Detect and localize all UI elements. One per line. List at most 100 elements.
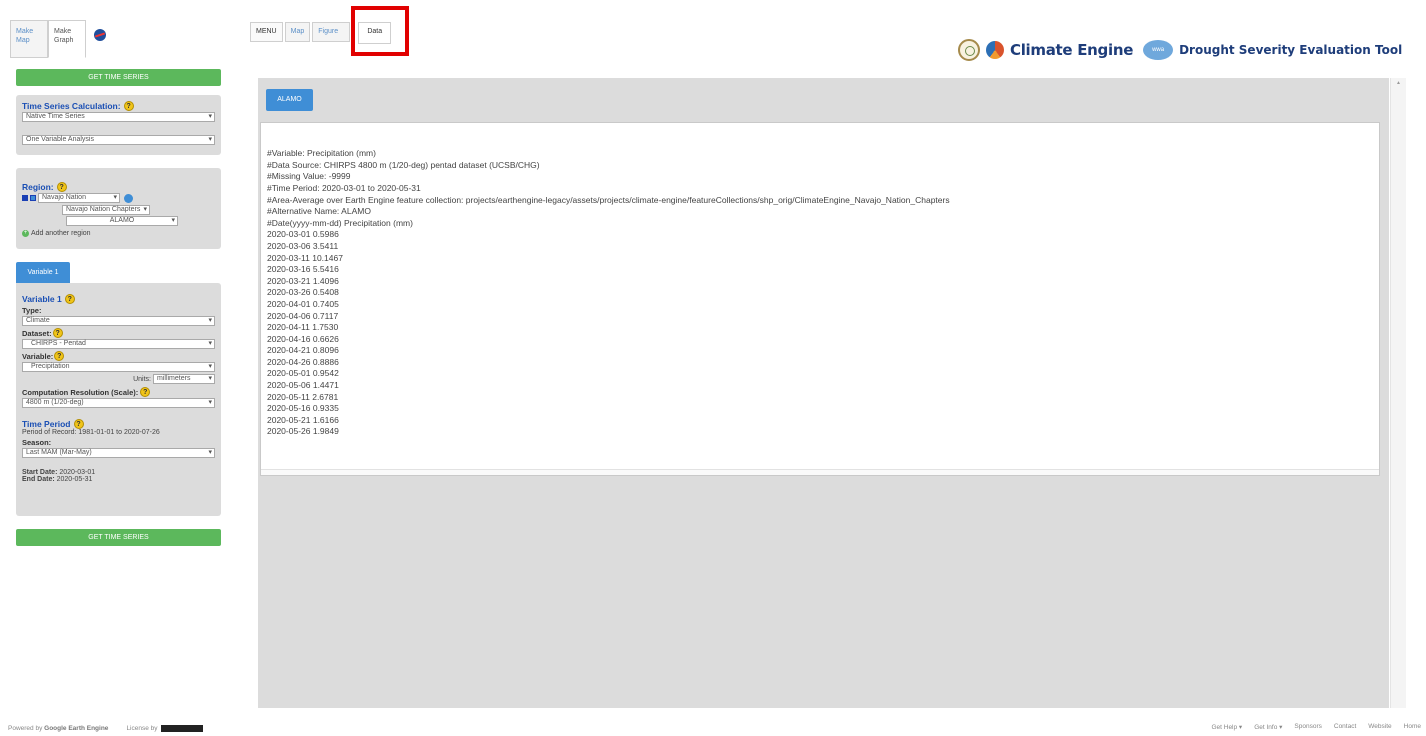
time-series-calculation-panel: Time Series Calculation: ? Native Time S… bbox=[16, 95, 221, 155]
dataset-label-text: Dataset: bbox=[22, 328, 52, 338]
footer-link-get-help[interactable]: Get Help ▾ bbox=[1211, 723, 1242, 731]
horizontal-scrollbar[interactable] bbox=[261, 469, 1379, 475]
resolution-value: 4800 m (1/20-deg) bbox=[26, 399, 84, 406]
powered-by-text: Powered by bbox=[8, 725, 43, 733]
footer-link-home[interactable]: Home bbox=[1404, 723, 1421, 731]
tool-title: Drought Severity Evaluation Tool bbox=[1179, 43, 1403, 57]
chevron-down-icon: ▾ bbox=[171, 217, 175, 224]
chapters-select-value: Navajo Nation Chapters bbox=[66, 206, 141, 213]
chevron-down-icon: ▾ bbox=[208, 317, 212, 324]
type-label: Type: bbox=[22, 306, 42, 315]
data-line: 2020-03-11 10.1467 bbox=[267, 252, 343, 263]
resolution-select[interactable]: 4800 m (1/20-deg) ▾ bbox=[22, 398, 215, 408]
chevron-down-icon: ▾ bbox=[208, 113, 212, 120]
wwa-logo: wwa bbox=[1143, 40, 1174, 60]
brand-header: Climate Engine wwa Drought Severity Eval… bbox=[958, 39, 1402, 61]
units-select[interactable]: millimeters ▾ bbox=[153, 374, 215, 384]
data-line: 2020-04-01 0.7405 bbox=[267, 298, 339, 309]
help-icon[interactable]: ? bbox=[56, 182, 67, 192]
data-line: 2020-05-11 2.6781 bbox=[267, 391, 339, 402]
start-date-row: Start Date: 2020-03-01 bbox=[22, 469, 215, 476]
plus-icon: + bbox=[22, 230, 29, 237]
region-color-swatch[interactable] bbox=[22, 195, 28, 201]
region-row: Navajo Nation ▾ bbox=[22, 192, 215, 204]
data-line: 2020-04-21 0.8096 bbox=[267, 345, 339, 356]
navajo-seal-logo bbox=[958, 39, 980, 61]
footer-link-sponsors[interactable]: Sponsors bbox=[1294, 723, 1321, 731]
variable-label: Variable:? bbox=[22, 351, 215, 361]
variable-panel: Variable 1 ? Type: Climate ▾ Dataset:? CH… bbox=[16, 283, 221, 516]
footer-links: Get Help ▾ Get Info ▾ Sponsors Contact Websi… bbox=[1211, 723, 1421, 731]
feature-alamo-button[interactable]: ALAMO bbox=[266, 89, 313, 111]
chevron-down-icon: ▾ bbox=[208, 375, 212, 382]
season-value: Last MAM (Mar-May) bbox=[26, 449, 92, 456]
data-text-area[interactable]: #Variable: Precipitation (mm) #Data Sourc… bbox=[260, 122, 1380, 476]
climate-engine-logo bbox=[986, 41, 1004, 59]
google-earth-engine-logo[interactable]: Google Earth Engine bbox=[44, 725, 108, 732]
time-period-title: Time Period ? bbox=[22, 419, 215, 429]
menu-button[interactable]: MENU bbox=[250, 22, 283, 42]
data-line: #Missing Value: -9999 bbox=[267, 171, 351, 182]
data-line: #Date(yyyy-mm-dd) Precipitation (mm) bbox=[267, 217, 413, 228]
calc-type-value: Native Time Series bbox=[26, 113, 85, 120]
time-period-title-text: Time Period bbox=[22, 419, 71, 429]
variable-select[interactable]: Precipitation ▾ bbox=[22, 362, 215, 372]
help-icon[interactable]: ? bbox=[52, 328, 63, 338]
help-icon[interactable]: ? bbox=[73, 419, 84, 429]
calc-type-select[interactable]: Native Time Series ▾ bbox=[22, 112, 215, 122]
data-line: 2020-04-11 1.7530 bbox=[267, 322, 339, 333]
chevron-down-icon: ▾ bbox=[113, 194, 117, 201]
variable-title: Variable 1 ? bbox=[22, 294, 215, 304]
tab-make-graph[interactable]: Make Graph bbox=[48, 20, 86, 58]
get-time-series-button-top[interactable]: GET TIME SERIES bbox=[16, 69, 221, 86]
add-region-link[interactable]: + Add another region bbox=[22, 230, 215, 237]
help-icon[interactable]: ? bbox=[123, 101, 134, 111]
type-select[interactable]: Climate ▾ bbox=[22, 316, 215, 326]
units-value: millimeters bbox=[157, 375, 191, 382]
data-line: 2020-05-26 1.9849 bbox=[267, 426, 339, 437]
end-date-value[interactable]: 2020-05-31 bbox=[57, 476, 93, 483]
type-value: Climate bbox=[26, 317, 50, 324]
data-line: #Area-Average over Earth Engine feature … bbox=[267, 194, 950, 205]
left-tab-bar: Make Map Make Graph bbox=[10, 20, 106, 58]
data-line: #Data Source: CHIRPS 4800 m (1/20-deg) p… bbox=[267, 159, 540, 170]
nasa-logo-icon bbox=[94, 29, 106, 41]
footer-link-contact[interactable]: Contact bbox=[1334, 723, 1356, 731]
help-icon[interactable]: ? bbox=[54, 351, 65, 361]
dataset-select[interactable]: CHIRPS - Pentad ▾ bbox=[22, 339, 215, 349]
footer-left: Powered by Google Earth Engine License b… bbox=[8, 725, 203, 732]
powered-by: Powered by Google Earth Engine bbox=[8, 725, 108, 732]
data-line: 2020-03-01 0.5986 bbox=[267, 229, 339, 240]
chevron-down-icon: ▾ bbox=[208, 340, 212, 347]
get-time-series-button-bottom[interactable]: GET TIME SERIES bbox=[16, 529, 221, 546]
season-label: Season: bbox=[22, 438, 52, 447]
tab-map[interactable]: Map bbox=[284, 22, 311, 42]
check-circle-icon[interactable] bbox=[124, 193, 133, 203]
data-line: 2020-04-26 0.8886 bbox=[267, 356, 339, 367]
footer-link-website[interactable]: Website bbox=[1368, 723, 1391, 731]
variable-value: Precipitation bbox=[31, 363, 70, 370]
chapters-select[interactable]: Navajo Nation Chapters ▾ bbox=[62, 205, 150, 215]
season-select[interactable]: Last MAM (Mar-May) ▾ bbox=[22, 448, 215, 458]
start-date-value[interactable]: 2020-03-01 bbox=[59, 469, 95, 476]
dataset-label: Dataset:? bbox=[22, 328, 215, 338]
tab-figure[interactable]: Figure bbox=[312, 22, 351, 42]
page-scrollbar[interactable] bbox=[1390, 78, 1406, 708]
climate-engine-title: Climate Engine bbox=[1010, 41, 1134, 59]
tab-make-map[interactable]: Make Map bbox=[10, 20, 48, 58]
analysis-type-select[interactable]: One Variable Analysis ▾ bbox=[22, 135, 215, 145]
feature-select[interactable]: ALAMO ▾ bbox=[66, 216, 178, 226]
end-date-row: End Date: 2020-05-31 bbox=[22, 476, 215, 483]
tab-variable-1[interactable]: Variable 1 bbox=[16, 262, 70, 283]
help-icon[interactable]: ? bbox=[140, 387, 151, 397]
data-line: 2020-04-06 0.7117 bbox=[267, 310, 339, 321]
help-icon[interactable]: ? bbox=[64, 294, 75, 304]
region-select[interactable]: Navajo Nation ▾ bbox=[38, 193, 120, 203]
calc-title-text: Time Series Calculation: bbox=[22, 101, 121, 111]
region-checkbox[interactable] bbox=[30, 195, 36, 201]
data-line: 2020-04-16 0.6626 bbox=[267, 333, 339, 344]
footer-link-get-info[interactable]: Get Info ▾ bbox=[1254, 723, 1282, 731]
cc-license-badge[interactable] bbox=[160, 725, 203, 732]
variable-label-text: Variable: bbox=[22, 351, 54, 361]
chevron-down-icon: ▾ bbox=[208, 449, 212, 456]
